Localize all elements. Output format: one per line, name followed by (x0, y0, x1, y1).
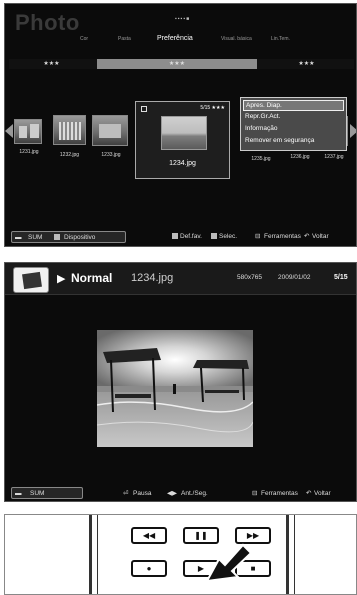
rating-segment-active[interactable]: ★★★ (97, 59, 257, 69)
thumbnail-name: 1233.jpg (101, 152, 121, 158)
page-indicator: ▪▪▪▪■ (175, 16, 191, 22)
page-title: Photo (15, 10, 80, 35)
left-right-icon: ◀▶ (167, 490, 177, 497)
tools-context-menu: Apres. Diap. Repr.Gr.Act. Informação Rem… (240, 97, 347, 151)
thumbnail[interactable] (53, 115, 86, 145)
item-counter: 5/15 ★★★ (200, 105, 225, 111)
sum-label: SUM (28, 234, 43, 241)
rating-segment[interactable]: ★★★ (9, 59, 94, 69)
beach-photo (97, 330, 253, 447)
menu-item-safe-remove[interactable]: Remover em segurança (245, 137, 314, 144)
rating-segment[interactable]: ★★★ (259, 59, 354, 69)
menu-item-information[interactable]: Informação (245, 125, 278, 132)
rating-filter-bar: ★★★ ★★★ ★★★ (9, 59, 354, 69)
scroll-left-icon[interactable] (5, 124, 13, 138)
scroll-right-icon[interactable] (350, 124, 356, 138)
photo-slideshow-icon (13, 267, 49, 293)
stop-square-icon (54, 233, 62, 243)
pause-label[interactable]: Pausa (133, 489, 151, 499)
image-resolution: 580x765 (237, 274, 262, 281)
select-checkbox[interactable] (141, 106, 147, 112)
tools-icon: ⊟ (252, 490, 258, 497)
play-icon: ▶ (57, 273, 66, 285)
menu-item-play-group[interactable]: Repr.Gr.Act. (245, 113, 280, 120)
device-selector[interactable]: ▬ SUM Dispositivo (11, 231, 126, 243)
remote-control-illustration: ◀◀ ❚❚ ▶▶ ● ▶ ■ (4, 514, 357, 595)
thumbnail[interactable] (92, 115, 128, 146)
thumbnail[interactable] (14, 119, 42, 144)
tab-preferencia[interactable]: Preferência (157, 35, 193, 42)
thumbnail-name: 1232.jpg (59, 152, 80, 158)
tools-icon: ⊟ (255, 233, 261, 240)
tools-label[interactable]: Ferramentas (264, 232, 301, 242)
sum-label: SUM (30, 490, 45, 497)
slideshow-screen: ▶ Normal 1234.jpg 580x765 2009/01/02 5/1… (4, 262, 357, 502)
selected-filename: 1234.jpg (169, 160, 196, 167)
remote-edge (89, 515, 92, 594)
tools-label[interactable]: Ferramentas (261, 489, 298, 499)
menu-item-slideshow[interactable]: Apres. Diap. (243, 100, 344, 111)
rewind-button[interactable]: ◀◀ (131, 527, 167, 544)
bottom-help-bar: ▬ SUM Dispositivo Def.fav. Selec. ⊟ Ferr… (5, 230, 356, 244)
return-icon: ↶ (304, 233, 310, 240)
record-button[interactable]: ● (131, 560, 167, 577)
tab-lin-tem[interactable]: Lin.Tem. (271, 36, 290, 42)
remote-edge (294, 515, 295, 594)
blue-square-icon (211, 232, 219, 242)
photo-browser-screen: Photo ▪▪▪▪■ Cor Pasta Preferência Visual… (4, 3, 357, 247)
select-label[interactable]: Selec. (219, 232, 237, 242)
beach-photo-thumbnail (161, 116, 207, 150)
remote-edge (97, 515, 98, 594)
tab-cor[interactable]: Cor (80, 36, 88, 42)
current-filename: 1234.jpg (131, 272, 174, 284)
tab-pasta[interactable]: Pasta (118, 36, 131, 42)
pointer-arrow-icon (205, 543, 253, 583)
remote-edge (286, 515, 289, 594)
image-counter: 5/15 (334, 274, 348, 281)
sum-icon: ▬ (15, 490, 22, 497)
pause-icon: ⏎ (123, 490, 129, 497)
return-icon: ↶ (306, 490, 312, 497)
sum-icon: ▬ (15, 234, 22, 241)
thumbnail-name: 1231.jpg (19, 149, 39, 155)
prev-next-label[interactable]: Ant./Seg. (181, 489, 208, 499)
device-label: Dispositivo (64, 234, 96, 241)
back-label[interactable]: Voltar (314, 489, 331, 499)
image-date: 2009/01/02 (278, 274, 311, 281)
slideshow-mode: Normal (71, 271, 113, 285)
back-label[interactable]: Voltar (312, 232, 329, 242)
thumbnail-name: 1235.jpg (251, 156, 271, 162)
selected-thumbnail[interactable]: 5/15 ★★★ 1234.jpg (135, 101, 230, 179)
slideshow-help-bar: ▬ SUM ⏎ Pausa ◀▶ Ant./Seg. ⊟ Ferramentas… (5, 485, 356, 501)
device-selector[interactable]: ▬ SUM (11, 487, 83, 499)
favorite-label[interactable]: Def.fav. (180, 232, 202, 242)
thumbnail-name: 1237.jpg (324, 154, 344, 160)
thumbnail-name: 1236.jpg (290, 154, 310, 160)
tab-visual-basica[interactable]: Visual. básica (221, 36, 252, 42)
yellow-square-icon (172, 232, 180, 242)
slideshow-header: ▶ Normal 1234.jpg 580x765 2009/01/02 5/1… (5, 263, 356, 295)
